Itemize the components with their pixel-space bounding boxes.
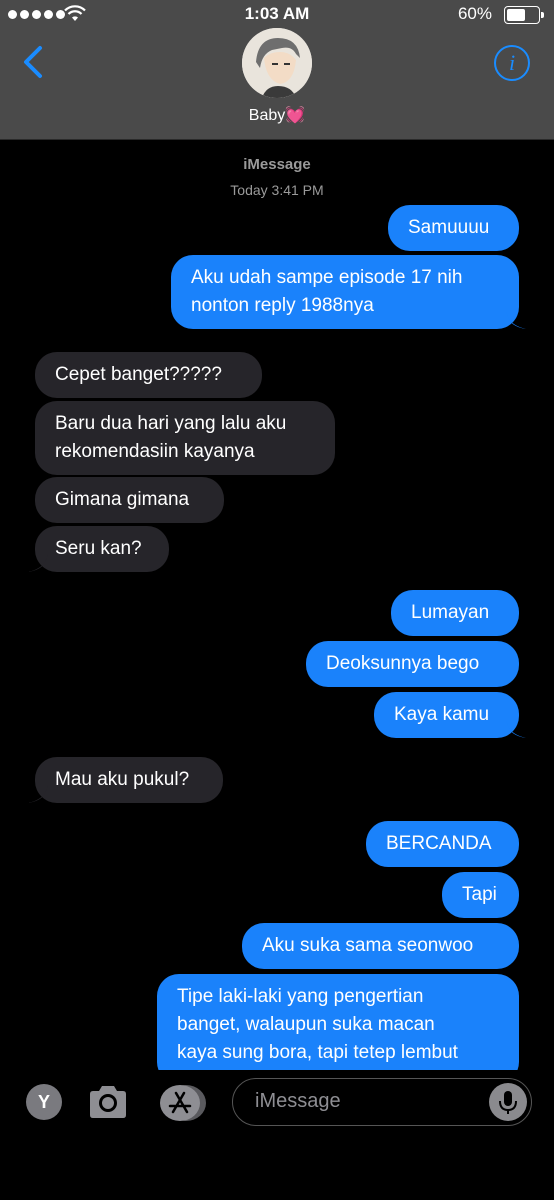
message-text: Samuuuu	[408, 217, 490, 238]
app-store-icon[interactable]	[158, 1084, 208, 1122]
message-bubble-received[interactable]: Mau aku pukul?	[28, 757, 223, 803]
message-bubble-sent[interactable]: Deoksunnya bego	[306, 641, 519, 687]
message-text: Aku udah sampe episode 17 nih	[191, 267, 463, 288]
message-text: banget, walaupun suka macan	[177, 1014, 435, 1035]
message-text: Lumayan	[411, 602, 490, 623]
message-bubble-received[interactable]: Seru kan?	[28, 526, 169, 572]
message-text: Aku suka sama seonwoo	[262, 935, 474, 956]
message-bubble-sent[interactable]: Kaya kamu	[374, 692, 526, 738]
message-bubble-sent[interactable]: Samuuuu	[388, 205, 519, 251]
message-text: nonton reply 1988nya	[191, 295, 374, 316]
message-text: Tapi	[462, 884, 497, 905]
message-composer: Y iMessage	[0, 1070, 554, 1200]
battery-percentage: 60%	[457, 4, 492, 23]
message-bubble-sent[interactable]: Tapi	[442, 872, 519, 918]
y-app-button[interactable]: Y	[26, 1084, 62, 1120]
message-bubble-sent[interactable]: Tipe laki-laki yang pengertian banget, w…	[157, 974, 519, 1070]
message-text: Baru dua hari yang lalu aku	[55, 413, 287, 434]
message-text: Mau aku pukul?	[55, 769, 190, 790]
message-bubble-sent[interactable]: Lumayan	[391, 590, 519, 636]
message-bubble-sent[interactable]: BERCANDA	[366, 821, 519, 867]
back-chevron-icon[interactable]	[18, 42, 48, 82]
message-text: kaya sung bora, tapi tetep lembut	[177, 1042, 458, 1063]
message-text: rekomendasiin kayanya	[55, 441, 255, 462]
camera-icon[interactable]	[86, 1082, 130, 1122]
message-text: Deoksunnya bego	[326, 653, 480, 674]
message-text: Tipe laki-laki yang pengertian	[177, 986, 424, 1007]
conversation-header: 1:03 AM 60% Baby💓 i	[0, 0, 554, 140]
message-text: BERCANDA	[386, 833, 492, 854]
info-icon[interactable]: i	[494, 45, 530, 81]
message-input[interactable]: iMessage	[232, 1078, 532, 1126]
message-bubble-received[interactable]: Gimana gimana	[35, 477, 224, 523]
contact-name[interactable]: Baby💓	[0, 105, 554, 125]
message-input-placeholder: iMessage	[255, 1090, 341, 1112]
message-text: Seru kan?	[55, 538, 142, 559]
battery-icon	[504, 6, 544, 24]
message-text: Gimana gimana	[55, 489, 190, 510]
message-bubble-sent[interactable]: Aku suka sama seonwoo	[242, 923, 519, 969]
message-bubble-sent[interactable]: Aku udah sampe episode 17 nih nonton rep…	[171, 255, 526, 329]
contact-avatar[interactable]	[242, 28, 312, 98]
contact-name-text: Baby	[248, 107, 286, 124]
status-bar: 1:03 AM 60%	[0, 0, 554, 30]
service-label: iMessage	[243, 156, 311, 173]
message-text: Cepet banget?????	[55, 364, 222, 385]
microphone-icon[interactable]	[489, 1083, 527, 1121]
message-text: Kaya kamu	[394, 704, 490, 725]
message-bubble-received[interactable]: Baru dua hari yang lalu aku rekomendasii…	[35, 401, 335, 475]
heart-emoji: 💓	[285, 107, 306, 124]
message-list[interactable]: Samuuuu Aku udah sampe episode 17 nih no…	[0, 195, 554, 1070]
message-bubble-received[interactable]: Cepet banget?????	[35, 352, 262, 398]
